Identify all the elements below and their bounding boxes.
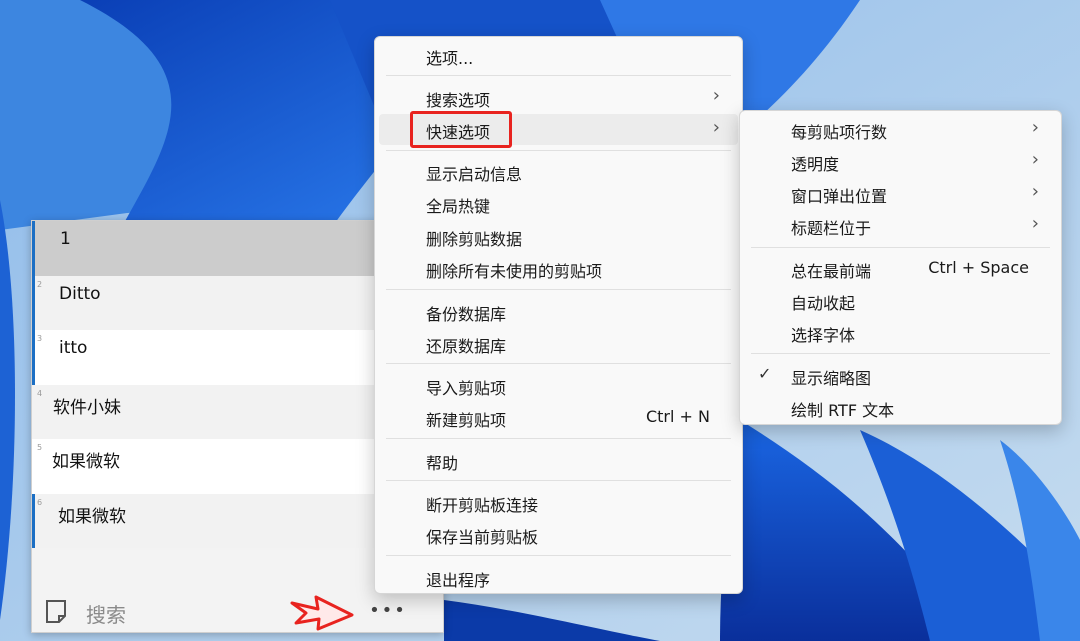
sub-menu-item[interactable]: ✓ 显示缩略图 [744, 360, 1057, 391]
clip-index: 6 [37, 497, 43, 507]
main-menu-item[interactable]: 帮助 [379, 445, 738, 476]
quick-options-submenu: 每剪贴项行数 › 透明度 › 窗口弹出位置 › 标题栏位于 › 总在最前端 Ctrl + Spac… [739, 110, 1062, 425]
sub-menu-item-label: 绘制 RTF 文本 [791, 401, 895, 420]
main-menu-item-label: 选项... [426, 49, 474, 68]
chevron-right-icon: › [1031, 213, 1039, 234]
sub-menu-item[interactable]: 绘制 RTF 文本 [744, 392, 1057, 423]
check-icon: ✓ [758, 364, 772, 383]
new-clip-icon[interactable] [44, 599, 70, 625]
sub-menu-item[interactable]: 透明度 › [744, 146, 1057, 177]
main-menu-item[interactable]: 显示启动信息 [379, 156, 738, 187]
clip-text: 1 [60, 229, 71, 249]
main-menu-item-label: 断开剪贴板连接 [426, 496, 539, 515]
main-menu-item[interactable]: 全局热键 [379, 188, 738, 219]
more-button[interactable]: ••• [368, 593, 408, 629]
sub-menu-item[interactable]: 选择字体 [744, 317, 1057, 348]
sub-menu-item-label: 每剪贴项行数 [791, 123, 888, 142]
menu-separator [386, 75, 731, 76]
main-menu-item[interactable]: 导入剪贴项 [379, 370, 738, 401]
clip-text: 软件小妹 [53, 397, 121, 418]
sub-menu-item[interactable]: 自动收起 [744, 285, 1057, 316]
search-input[interactable]: 搜索 [86, 599, 126, 628]
clip-text: 如果微软 [52, 452, 120, 472]
clip-index: 2 [37, 279, 43, 289]
sub-menu-item[interactable]: 每剪贴项行数 › [744, 114, 1057, 145]
chevron-right-icon: › [1031, 117, 1039, 138]
sub-menu-item-label: 窗口弹出位置 [791, 187, 888, 206]
main-menu-item[interactable]: 退出程序 [379, 562, 738, 593]
red-arrow-annotation [290, 595, 354, 631]
clip-index: 4 [37, 388, 43, 398]
menu-separator [386, 480, 731, 481]
main-menu-item-label: 显示启动信息 [426, 165, 523, 184]
main-menu-item[interactable]: 删除所有未使用的剪贴项 [379, 253, 738, 284]
clip-text: Ditto [59, 283, 101, 304]
menu-separator [386, 438, 731, 439]
menu-separator [386, 289, 731, 290]
main-menu-item-label: 删除所有未使用的剪贴项 [426, 262, 603, 281]
menu-separator [386, 150, 731, 151]
sub-menu-item-label: 选择字体 [791, 326, 856, 345]
chevron-right-icon: › [712, 85, 720, 106]
shortcut-label: Ctrl + N [645, 407, 710, 426]
sub-menu-item-label: 标题栏位于 [791, 219, 872, 238]
main-menu-item[interactable]: 选项... [379, 40, 738, 71]
main-menu-item[interactable]: 断开剪贴板连接 [379, 487, 738, 518]
chevron-right-icon: › [712, 117, 720, 138]
clip-index: 5 [37, 443, 43, 452]
chevron-right-icon: › [1031, 149, 1039, 170]
red-highlight-box [410, 111, 512, 148]
menu-separator [751, 247, 1050, 248]
main-menu-item-label: 新建剪贴项 [426, 411, 507, 430]
main-menu-item-label: 导入剪贴项 [426, 379, 507, 398]
main-menu-item[interactable]: 搜索选项 › [379, 82, 738, 113]
shortcut-label: Ctrl + Space [928, 258, 1029, 277]
main-menu-item-label: 删除剪贴数据 [426, 230, 523, 249]
clip-text: 如果微软 [58, 506, 126, 527]
menu-separator [386, 363, 731, 364]
main-menu-item[interactable]: 还原数据库 [379, 328, 738, 359]
main-menu-item-label: 退出程序 [426, 571, 491, 590]
ditto-footer: 搜索 ••• [32, 591, 445, 633]
sub-menu-item[interactable]: 窗口弹出位置 › [744, 178, 1057, 209]
main-menu-item-label: 还原数据库 [426, 337, 507, 356]
sub-menu-item-label: 显示缩略图 [791, 369, 872, 388]
clip-accent-bar [32, 221, 35, 276]
main-menu-item[interactable]: 删除剪贴数据 [379, 221, 738, 252]
main-menu-item-label: 保存当前剪贴板 [426, 528, 539, 547]
sub-menu-item[interactable]: 标题栏位于 › [744, 210, 1057, 241]
main-menu-item[interactable]: 备份数据库 [379, 296, 738, 327]
clip-accent-bar [32, 330, 35, 385]
main-menu-item[interactable]: 快速选项 › [379, 111, 738, 148]
clip-text: itto [59, 338, 88, 358]
main-menu-item-label: 帮助 [426, 454, 459, 473]
sub-menu-item[interactable]: 总在最前端 Ctrl + Space [744, 253, 1057, 284]
clip-accent-bar [32, 493, 35, 548]
main-menu-item[interactable]: 保存当前剪贴板 [379, 519, 738, 550]
main-menu-item-label: 搜索选项 [426, 91, 491, 110]
chevron-right-icon: › [1031, 181, 1039, 202]
sub-menu-item-label: 总在最前端 [791, 262, 872, 281]
main-menu-item[interactable]: 新建剪贴项 Ctrl + N [379, 402, 738, 433]
menu-separator [751, 353, 1050, 354]
sub-menu-item-label: 自动收起 [791, 294, 856, 313]
main-menu-item-label: 全局热键 [426, 197, 491, 216]
main-menu-item-label: 备份数据库 [426, 305, 507, 324]
clip-accent-bar [32, 275, 35, 330]
main-context-menu: 选项... 搜索选项 › 快速选项 › 显示启动信息 全局热键 删除剪贴数据 删除所有未使用的剪… [374, 36, 743, 594]
sub-menu-item-label: 透明度 [791, 155, 840, 174]
clip-index: 3 [37, 334, 43, 343]
menu-separator [386, 555, 731, 556]
